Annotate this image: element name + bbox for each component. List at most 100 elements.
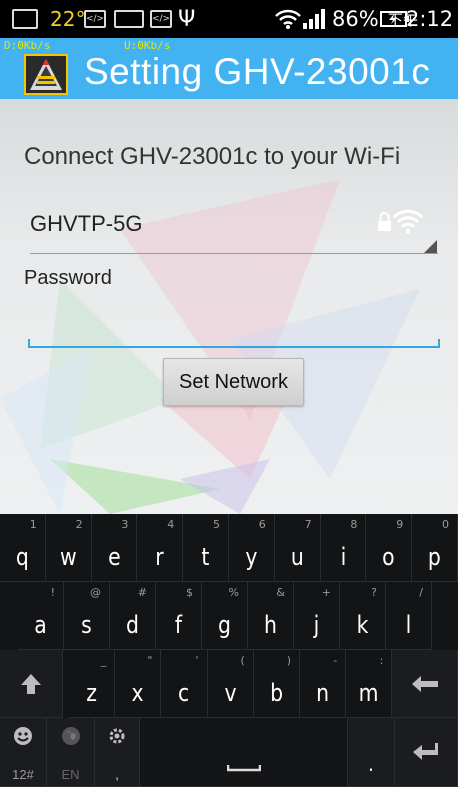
period-key[interactable]: . [348, 718, 395, 787]
key-p[interactable]: 0p [412, 514, 458, 582]
key-secondary-label: _ [100, 654, 107, 667]
password-field[interactable] [28, 299, 440, 349]
temperature: 22° [50, 7, 86, 31]
key-m[interactable]: :m [346, 650, 393, 718]
symbols-key[interactable]: 12# [0, 718, 47, 787]
key-c[interactable]: ' c [161, 650, 208, 718]
key-secondary-label: 0 [441, 518, 449, 531]
spacebar-icon [140, 718, 347, 786]
key-f[interactable]: $ f [156, 582, 202, 650]
gallery-icon [12, 0, 38, 38]
enter-icon [395, 718, 457, 786]
key-i[interactable]: 8i [320, 514, 367, 582]
set-network-button[interactable]: Set Network [163, 358, 304, 406]
key-label: v [224, 679, 237, 707]
network-name: GHVTP-5G [30, 211, 143, 236]
key-j[interactable]: + j [294, 582, 340, 650]
key-label: r [155, 543, 164, 571]
key-label: f [174, 611, 183, 639]
period-label: . [368, 752, 374, 776]
key-secondary-label: ! [50, 586, 55, 599]
key-label: n [316, 679, 330, 707]
key-secondary-label: + [321, 586, 331, 599]
key-e[interactable]: 3e [91, 514, 138, 582]
language-key[interactable]: EN [47, 718, 95, 787]
key-secondary-label: 3 [121, 518, 129, 531]
key-secondary-label: 2 [75, 518, 83, 531]
wifi-icon [275, 0, 301, 38]
key-label: y [245, 543, 258, 571]
shift-key[interactable] [0, 650, 63, 718]
backspace-key[interactable] [392, 650, 458, 718]
key-r[interactable]: 4r [137, 514, 184, 582]
symbols-label: 12# [12, 767, 34, 782]
dropdown-arrow-icon[interactable] [424, 240, 437, 253]
key-t[interactable]: 5t [183, 514, 229, 582]
key-label: l [405, 611, 412, 639]
keyboard-row-4: 12# EN , . [0, 718, 458, 787]
code-icon: </> [150, 0, 172, 38]
key-label: z [86, 679, 97, 707]
key-k[interactable]: ? k [340, 582, 386, 650]
key-secondary-label: $ [186, 586, 193, 599]
key-b[interactable]: ) b [253, 650, 300, 718]
page-title: Setting GHV-23001c [84, 51, 431, 92]
keyboard-row-2: ! a @ s # d $ f% g & h + j? k / l [0, 582, 458, 650]
enter-key[interactable] [395, 718, 458, 787]
key-label: k [356, 611, 369, 639]
shift-icon [0, 650, 62, 717]
code-icon: </> [84, 0, 106, 38]
soft-keyboard: 1q2w3e4r5t6y7u8i9o0p ! a @ s # d $ f% g & h + j? k / l … [0, 514, 458, 787]
key-secondary-label: # [137, 586, 147, 599]
key-secondary-label: & [276, 586, 285, 599]
key-g[interactable]: % g [202, 582, 248, 650]
key-d[interactable]: # d [110, 582, 156, 650]
key-label: g [218, 611, 231, 639]
key-label: o [382, 543, 396, 571]
key-label: d [126, 611, 139, 639]
spinner-underline [30, 253, 438, 254]
key-secondary-label: 9 [396, 518, 404, 531]
key-h[interactable]: & h [248, 582, 294, 650]
usb-icon: Ψ [178, 6, 196, 32]
key-u[interactable]: 7u [274, 514, 321, 582]
key-secondary-label: ( [240, 654, 245, 667]
key-n[interactable]: -n [300, 650, 347, 718]
key-z[interactable]: _ z [69, 650, 116, 718]
language-label: EN [61, 767, 80, 782]
key-x[interactable]: " x [115, 650, 162, 718]
settings-comma-key[interactable]: , [95, 718, 140, 787]
wifi-lock-icon [376, 207, 426, 237]
password-field-edge [438, 339, 440, 348]
key-secondary-label: / [419, 586, 423, 599]
key-o[interactable]: 9o [366, 514, 413, 582]
key-secondary-label: 8 [350, 518, 358, 531]
key-label: b [269, 679, 283, 707]
password-label: Password [24, 267, 112, 289]
key-secondary-label: - [333, 654, 338, 667]
key-s[interactable]: @ s [64, 582, 110, 650]
key-secondary-label: % [228, 586, 239, 599]
key-label: x [131, 679, 144, 707]
space-key[interactable] [140, 718, 348, 787]
key-label: i [340, 543, 346, 571]
clock: 2:12 [406, 7, 454, 31]
connect-instruction: Connect GHV-23001c to your Wi-Fi [24, 143, 401, 170]
key-secondary-label: 7 [304, 518, 312, 531]
key-secondary-label: ) [286, 654, 291, 667]
keyboard-icon [114, 0, 144, 38]
key-label: j [313, 611, 320, 639]
comma-label: , [115, 767, 119, 782]
key-a[interactable]: ! a [18, 582, 64, 650]
key-y[interactable]: 6y [229, 514, 275, 582]
network-spinner[interactable]: GHVTP-5G [30, 207, 440, 251]
key-label: w [59, 543, 77, 571]
key-v[interactable]: (v [207, 650, 254, 718]
backspace-icon [392, 650, 457, 717]
key-label: c [178, 679, 190, 707]
key-label: t [201, 543, 210, 571]
key-q[interactable]: 1q [0, 514, 46, 582]
key-secondary-label: ' [195, 654, 199, 667]
key-w[interactable]: 2w [45, 514, 92, 582]
key-l[interactable]: / l [386, 582, 432, 650]
